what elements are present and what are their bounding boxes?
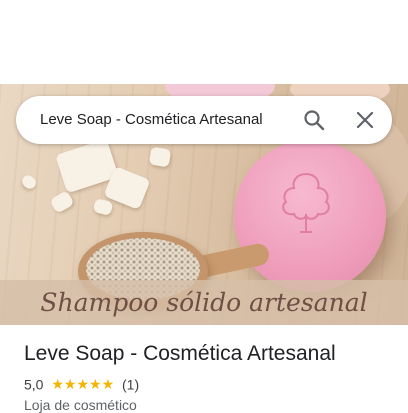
tree-logo-icon — [282, 172, 330, 233]
top-blank-area — [0, 0, 408, 84]
place-category: Loja de cosmético — [24, 397, 137, 413]
rating-value: 5,0 — [24, 376, 44, 393]
shea-butter-chunk — [148, 146, 172, 168]
banner-text: Shampoo sólido artesanal — [40, 288, 368, 317]
place-title: Leve Soap - Cosmética Artesanal — [24, 342, 336, 365]
review-count[interactable]: (1) — [122, 376, 139, 392]
search-bar[interactable]: Leve Soap - Cosmética Artesanal — [16, 96, 392, 144]
close-icon[interactable] — [353, 108, 377, 132]
search-icon[interactable] — [302, 108, 326, 132]
photo-banner: Shampoo sólido artesanal — [0, 280, 408, 325]
rating-row[interactable]: 5,0 ★★★★★ (1) — [24, 375, 139, 393]
star-rating-icon: ★★★★★ — [51, 375, 115, 392]
search-input[interactable]: Leve Soap - Cosmética Artesanal — [40, 96, 263, 144]
